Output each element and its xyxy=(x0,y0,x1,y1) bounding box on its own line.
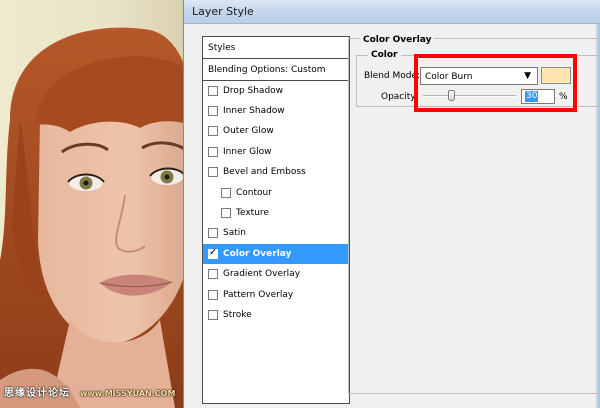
style-checkbox[interactable] xyxy=(221,187,231,198)
portrait-image xyxy=(0,27,190,408)
style-item-gradient-overlay[interactable]: Gradient Overlay xyxy=(203,265,349,285)
style-checkbox[interactable] xyxy=(208,85,218,96)
style-item-label: Bevel and Emboss xyxy=(223,167,306,178)
style-item-stroke[interactable]: Stroke xyxy=(203,305,349,326)
style-item-contour[interactable]: Contour xyxy=(203,183,349,204)
layer-style-dialog: Layer Style Styles Blending Options: Cus… xyxy=(183,0,600,408)
checkmark-icon: ✓ xyxy=(209,246,218,258)
styles-header[interactable]: Styles xyxy=(203,37,349,59)
style-item-label: Contour xyxy=(236,187,272,198)
style-checkbox[interactable] xyxy=(208,146,218,157)
color-subgroup-title: Color xyxy=(368,50,401,60)
blend-mode-label: Blend Mode: xyxy=(364,71,421,81)
style-item-label: Outer Glow xyxy=(223,126,274,137)
style-item-label: Color Overlay xyxy=(223,248,292,259)
highlight-box xyxy=(414,54,577,112)
style-item-pattern-overlay[interactable]: Pattern Overlay xyxy=(203,285,349,306)
style-checkbox[interactable] xyxy=(208,289,218,300)
style-item-label: Inner Shadow xyxy=(223,106,285,117)
style-checkbox[interactable] xyxy=(208,106,218,117)
style-checkbox[interactable] xyxy=(208,126,218,137)
style-item-color-overlay[interactable]: ✓ Color Overlay xyxy=(203,244,349,265)
window-title: Layer Style xyxy=(192,5,254,18)
photo-canvas: 思缘设计论坛 www.MISSYUAN.COM xyxy=(0,0,190,408)
style-item-drop-shadow[interactable]: Drop Shadow xyxy=(203,81,349,102)
style-items: Drop Shadow Inner Shadow Outer Glow Inner G… xyxy=(203,81,349,326)
blending-options-item[interactable]: Blending Options: Custom xyxy=(203,59,349,81)
style-item-outer-glow[interactable]: Outer Glow xyxy=(203,122,349,143)
style-item-label: Drop Shadow xyxy=(223,85,284,96)
style-checkbox[interactable] xyxy=(221,208,231,219)
style-item-texture[interactable]: Texture xyxy=(203,203,349,224)
style-checkbox[interactable] xyxy=(208,269,218,280)
style-checkbox[interactable] xyxy=(208,309,218,320)
style-item-label: Pattern Overlay xyxy=(223,289,294,300)
style-item-label: Stroke xyxy=(223,309,252,320)
title-bar[interactable]: Layer Style xyxy=(184,0,600,24)
style-checkbox[interactable] xyxy=(208,167,218,178)
style-checkbox[interactable]: ✓ xyxy=(208,246,218,259)
style-item-label: Texture xyxy=(236,208,269,219)
style-item-label: Inner Glow xyxy=(223,146,272,157)
style-checkbox[interactable] xyxy=(208,228,218,239)
color-overlay-group-title: Color Overlay xyxy=(360,35,435,45)
style-item-inner-glow[interactable]: Inner Glow xyxy=(203,142,349,163)
style-item-bevel-and-emboss[interactable]: Bevel and Emboss xyxy=(203,163,349,183)
style-item-inner-shadow[interactable]: Inner Shadow xyxy=(203,101,349,122)
opacity-label: Opacity: xyxy=(381,92,418,102)
watermark-text: 思缘设计论坛 www.MISSYUAN.COM xyxy=(4,388,176,399)
styles-list: Styles Blending Options: Custom Drop Sha… xyxy=(202,36,350,404)
style-item-label: Gradient Overlay xyxy=(223,269,301,280)
style-item-satin[interactable]: Satin xyxy=(203,224,349,245)
style-item-label: Satin xyxy=(223,228,246,239)
